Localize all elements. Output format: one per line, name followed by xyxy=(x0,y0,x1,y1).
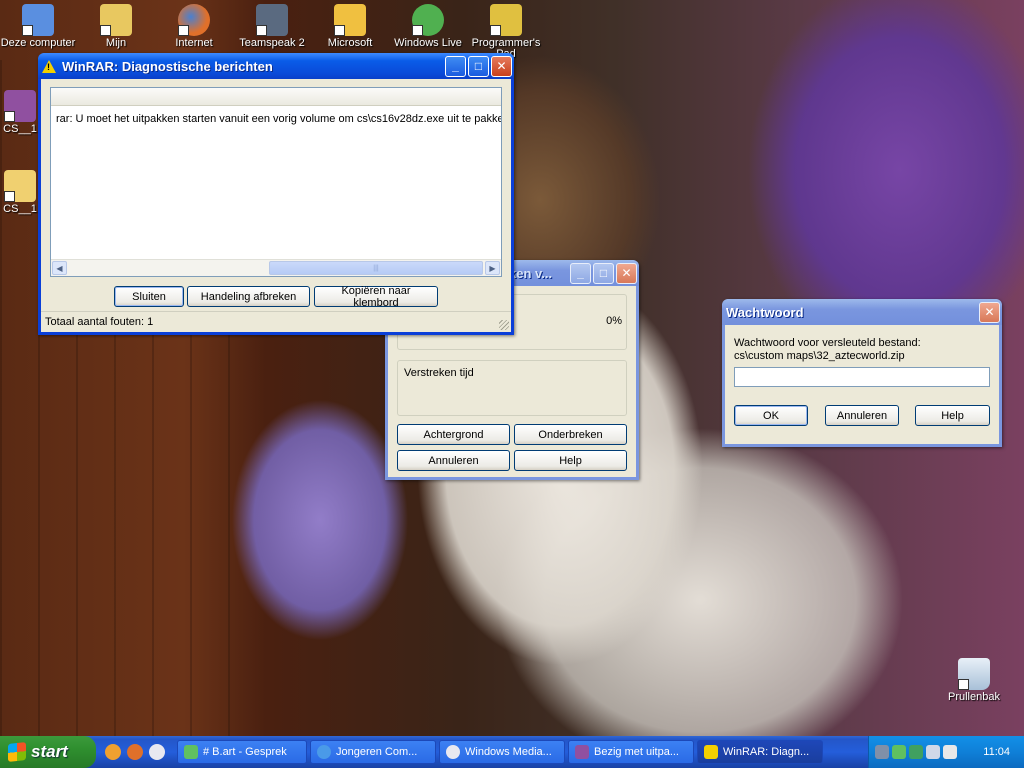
desktop-icon-recycle-bin[interactable]: Prullenbak xyxy=(936,656,1012,703)
help-button[interactable]: Help xyxy=(514,450,627,471)
message-row[interactable]: rar: U moet het uitpakken starten vanuit… xyxy=(56,113,501,125)
abort-operation-button[interactable]: Handeling afbreken xyxy=(187,286,310,307)
password-prompt: Wachtwoord voor versleuteld bestand: xyxy=(734,337,921,349)
outlook-icon xyxy=(334,4,366,36)
password-title: Wachtwoord xyxy=(726,304,804,320)
desktop-icon-my-documents[interactable]: Mijn xyxy=(78,2,154,49)
start-button[interactable]: start xyxy=(0,736,96,768)
desktop-icon-windows-live[interactable]: Windows Live xyxy=(390,2,466,49)
task-browser[interactable]: Jongeren Com... xyxy=(310,740,436,764)
desktop-icon-my-computer[interactable]: Deze computer xyxy=(0,2,76,49)
task-media-player[interactable]: Windows Media... xyxy=(439,740,565,764)
message-list-header[interactable] xyxy=(51,88,501,106)
windows-logo-icon xyxy=(8,742,26,762)
internet-explorer-icon xyxy=(317,745,331,759)
teamspeak-tray-icon[interactable] xyxy=(875,745,889,759)
task-winrar-extract[interactable]: Bezig met uitpa... xyxy=(568,740,694,764)
chat-icon xyxy=(184,745,198,759)
help-button[interactable]: Help xyxy=(915,405,990,426)
media-player-quicklaunch-icon[interactable] xyxy=(149,744,165,760)
error-count: Totaal aantal fouten: 1 xyxy=(45,316,154,328)
password-titlebar[interactable]: Wachtwoord ✕ xyxy=(722,299,1002,325)
horizontal-scrollbar[interactable]: ◀ ||| ▶ xyxy=(51,259,501,276)
copy-clipboard-button[interactable]: Kopiëren naar klembord xyxy=(314,285,438,309)
maximize-button[interactable]: □ xyxy=(468,55,489,77)
warning-icon xyxy=(704,745,718,759)
close-button[interactable]: ✕ xyxy=(979,301,1000,323)
teamspeak-icon xyxy=(256,4,288,36)
cancel-button[interactable]: Annuleren xyxy=(397,450,510,471)
close-button[interactable]: ✕ xyxy=(616,262,637,284)
minimize-button[interactable]: _ xyxy=(445,55,466,77)
programmers-notepad-icon xyxy=(490,4,522,36)
scroll-right-arrow[interactable]: ▶ xyxy=(485,261,500,275)
task-chat[interactable]: # B.art - Gesprek xyxy=(177,740,307,764)
volume-tray-icon[interactable] xyxy=(943,745,957,759)
diagnostic-titlebar[interactable]: WinRAR: Diagnostische berichten _ □ ✕ xyxy=(38,53,514,79)
message-list[interactable]: rar: U moet het uitpakken starten vanuit… xyxy=(50,87,502,277)
desktop-icon-teamspeak[interactable]: Teamspeak 2 xyxy=(234,2,310,49)
status-bar: Totaal aantal fouten: 1 xyxy=(41,311,511,332)
desktop: Deze computer Mijn Internet Teamspeak 2 … xyxy=(0,0,1024,736)
close-button[interactable]: ✕ xyxy=(491,55,512,77)
warning-icon xyxy=(42,59,56,73)
winrar-archive-icon xyxy=(4,90,36,122)
diagnostic-title: WinRAR: Diagnostische berichten xyxy=(62,58,273,74)
messenger-quicklaunch-icon[interactable] xyxy=(105,744,121,760)
messenger-tray-icon[interactable] xyxy=(892,745,906,759)
task-winrar-diagnostic[interactable]: WinRAR: Diagn... xyxy=(697,740,823,764)
scroll-thumb[interactable]: ||| xyxy=(269,261,483,275)
pause-button[interactable]: Onderbreken xyxy=(514,424,627,445)
winrar-icon xyxy=(575,745,589,759)
system-tray: 11:04 xyxy=(868,736,1024,768)
progress-percent: 0% xyxy=(606,315,622,327)
clock[interactable]: 11:04 xyxy=(983,746,1010,758)
elapsed-group: Verstreken tijd xyxy=(397,360,627,416)
my-documents-icon xyxy=(100,4,132,36)
folder-icon xyxy=(4,170,36,202)
elapsed-label: Verstreken tijd xyxy=(404,367,474,379)
firefox-quicklaunch-icon[interactable] xyxy=(127,744,143,760)
ok-button[interactable]: OK xyxy=(734,405,808,426)
diagnostic-window[interactable]: WinRAR: Diagnostische berichten _ □ ✕ ra… xyxy=(38,53,514,335)
password-window[interactable]: Wachtwoord ✕ Wachtwoord voor versleuteld… xyxy=(722,299,1002,447)
desktop-icon-internet[interactable]: Internet xyxy=(156,2,232,49)
windows-media-icon xyxy=(446,745,460,759)
my-computer-icon xyxy=(22,4,54,36)
quick-launch xyxy=(96,744,174,760)
password-input[interactable] xyxy=(734,367,990,387)
resize-grip-icon[interactable] xyxy=(499,320,509,330)
network-tray-icon[interactable] xyxy=(926,745,940,759)
messenger-icon xyxy=(412,4,444,36)
background-button[interactable]: Achtergrond xyxy=(397,424,510,445)
taskbar: start # B.art - Gesprek Jongeren Com... … xyxy=(0,736,1024,768)
update-tray-icon[interactable] xyxy=(909,745,923,759)
close-dialog-button[interactable]: Sluiten xyxy=(114,286,184,307)
password-file-path: cs\custom maps\32_aztecworld.zip xyxy=(734,350,905,362)
desktop-icon-outlook[interactable]: Microsoft xyxy=(312,2,388,49)
cancel-button[interactable]: Annuleren xyxy=(825,405,899,426)
scroll-left-arrow[interactable]: ◀ xyxy=(52,261,67,275)
recycle-bin-icon xyxy=(958,658,990,690)
maximize-button[interactable]: □ xyxy=(593,262,614,284)
firefox-icon xyxy=(178,4,210,36)
desktop-icon-programmers-pad[interactable]: Programmer's Pad xyxy=(468,2,544,60)
minimize-button[interactable]: _ xyxy=(570,262,591,284)
